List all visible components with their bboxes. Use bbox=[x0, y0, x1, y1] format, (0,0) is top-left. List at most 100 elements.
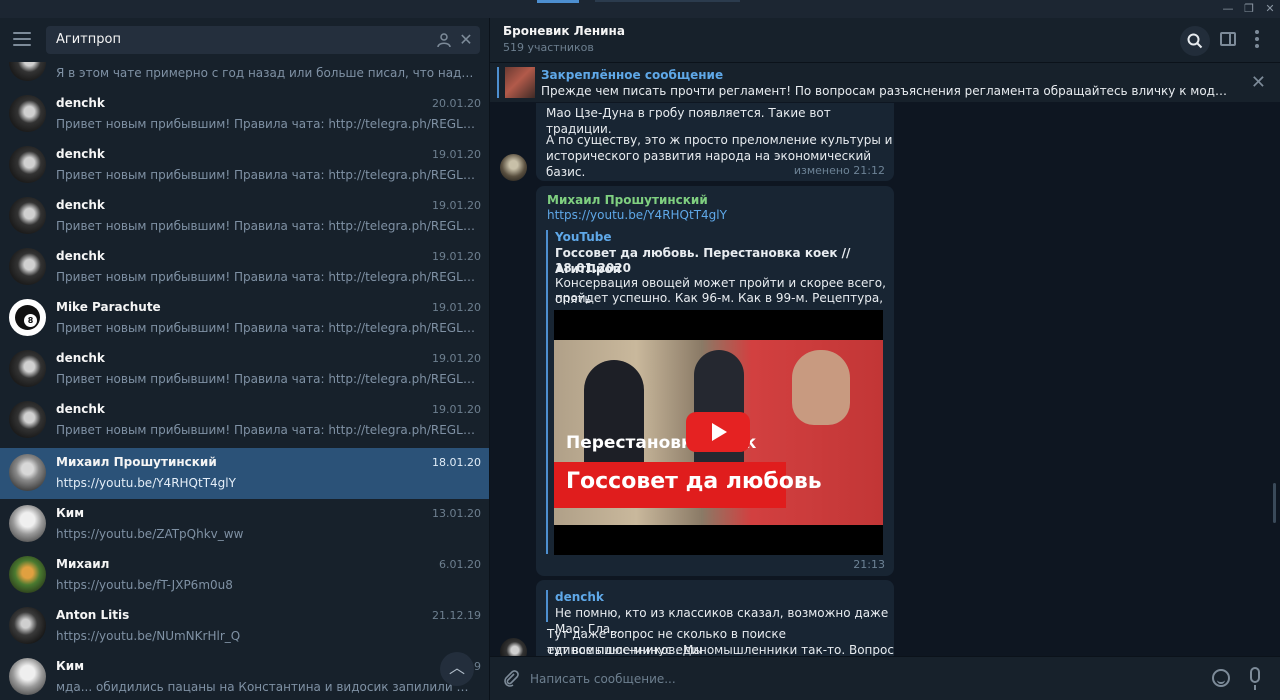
message-bubble: denchk Не помню, кто из классиков сказал… bbox=[536, 580, 894, 656]
pinned-title: Закреплённое сообщение bbox=[541, 68, 724, 82]
chat-date: 21.12.19 bbox=[432, 609, 481, 622]
message-link[interactable]: https://youtu.be/Y4RHQtT4glY bbox=[547, 208, 727, 222]
message-edited-time: изменено 21:12 bbox=[793, 164, 885, 177]
chat-date: 19.01.20 bbox=[432, 250, 481, 263]
scrollbar-thumb[interactable] bbox=[1273, 483, 1276, 523]
emoji-icon[interactable] bbox=[1212, 669, 1230, 687]
chat-list-item[interactable]: Anton Litis 21.12.19 https://youtu.be/NU… bbox=[0, 601, 489, 652]
chat-list-panel: Агитпроп ✕ Я в этом чате примерно с год … bbox=[0, 18, 489, 700]
chat-member-count: 519 участников bbox=[503, 41, 594, 54]
close-window-button[interactable]: ✕ bbox=[1262, 1, 1278, 17]
paperclip-icon[interactable] bbox=[502, 669, 520, 687]
message-composer bbox=[490, 656, 1280, 700]
avatar bbox=[9, 556, 46, 593]
chat-last-message: https://youtu.be/fT-JXP6m0u8 bbox=[56, 578, 233, 592]
chat-name: denchk bbox=[56, 402, 105, 416]
chat-name: Ким bbox=[56, 659, 85, 673]
microphone-icon[interactable] bbox=[1250, 667, 1260, 690]
search-button[interactable] bbox=[1180, 26, 1210, 56]
pinned-thumbnail bbox=[505, 67, 535, 98]
chat-last-message: Привет новым прибывшим! Правила чата: ht… bbox=[56, 270, 476, 284]
chat-list-item[interactable]: Я в этом чате примерно с год назад или б… bbox=[0, 62, 489, 89]
avatar bbox=[9, 197, 46, 234]
link-preview-bar bbox=[546, 230, 548, 554]
pinned-text: Прежде чем писать прочти регламент! По в… bbox=[541, 84, 1229, 98]
chat-last-message: мда... обидились пацаны на Константина и… bbox=[56, 680, 476, 694]
video-caption: Госсовет да любовь bbox=[566, 469, 822, 494]
chat-list-item[interactable]: 8 Mike Parachute 19.01.20 Привет новым п… bbox=[0, 293, 489, 344]
close-pinned-icon[interactable]: ✕ bbox=[1251, 72, 1266, 93]
message-text: А по существу, это ж просто преломление … bbox=[546, 133, 893, 147]
chat-header: Броневик Ленина 519 участников bbox=[490, 18, 1280, 62]
chat-title[interactable]: Броневик Ленина bbox=[503, 24, 625, 38]
pinned-accent-bar bbox=[497, 67, 499, 98]
avatar bbox=[9, 95, 46, 132]
preview-date: 18.01.2020 bbox=[555, 261, 631, 275]
reply-sender[interactable]: denchk bbox=[555, 590, 604, 604]
chat-list-item[interactable]: Ким 9 мда... обидились пацаны на Констан… bbox=[0, 652, 489, 700]
chat-name: denchk bbox=[56, 351, 105, 365]
scroll-up-button[interactable]: ︿ bbox=[440, 652, 474, 686]
hamburger-menu-icon[interactable] bbox=[13, 32, 31, 46]
avatar bbox=[9, 248, 46, 285]
avatar bbox=[9, 607, 46, 644]
avatar bbox=[9, 62, 46, 81]
avatar bbox=[9, 146, 46, 183]
chat-list-item[interactable]: denchk 19.01.20 Привет новым прибывшим! … bbox=[0, 395, 489, 446]
chat-list-item[interactable]: denchk 19.01.20 Привет новым прибывшим! … bbox=[0, 191, 489, 242]
reply-bar bbox=[546, 590, 548, 622]
chat-last-message: Привет новым прибывшим! Правила чата: ht… bbox=[56, 219, 476, 233]
sender-avatar[interactable] bbox=[500, 638, 527, 656]
message-input[interactable] bbox=[530, 667, 1170, 691]
title-accent bbox=[537, 0, 579, 3]
chat-list-item[interactable]: Ким 13.01.20 https://youtu.be/ZATpQhkv_w… bbox=[0, 499, 489, 550]
chat-date: 20.01.20 bbox=[432, 97, 481, 110]
chat-last-message: https://youtu.be/Y4RHQtT4glY bbox=[56, 476, 236, 490]
chat-last-message: Привет новым прибывшим! Правила чата: ht… bbox=[56, 423, 476, 437]
chat-date: 19.01.20 bbox=[432, 301, 481, 314]
message-sender[interactable]: Михаил Прошутинский bbox=[547, 193, 708, 207]
left-header: Агитпроп ✕ bbox=[0, 18, 489, 62]
chat-last-message: Я в этом чате примерно с год назад или б… bbox=[56, 66, 476, 80]
chat-name: Ким bbox=[56, 506, 85, 520]
more-options-icon[interactable] bbox=[1255, 30, 1259, 50]
video-preview[interactable]: Перестановка коек Госсовет да любовь bbox=[554, 310, 883, 555]
search-icon bbox=[1187, 33, 1203, 49]
search-input[interactable]: Агитпроп bbox=[56, 32, 121, 47]
chat-date: 19.01.20 bbox=[432, 352, 481, 365]
message-bubble: Мао Цзе-Дуна в гробу появляется. Такие в… bbox=[536, 103, 894, 181]
video-figure bbox=[792, 350, 850, 425]
avatar bbox=[9, 505, 46, 542]
sender-avatar[interactable] bbox=[500, 154, 527, 181]
chat-date: 6.01.20 bbox=[439, 558, 481, 571]
preview-site-name: YouTube bbox=[555, 230, 612, 244]
chat-name: Mike Parachute bbox=[56, 300, 161, 314]
message-text: тут все плюс-минус единомышленники так-т… bbox=[547, 643, 894, 656]
sidebar-toggle-icon[interactable] bbox=[1220, 32, 1236, 46]
video-figure bbox=[584, 360, 644, 470]
chat-last-message: Привет новым прибывшим! Правила чата: ht… bbox=[56, 372, 476, 386]
avatar: 8 bbox=[9, 299, 46, 336]
minimize-button[interactable]: — bbox=[1220, 1, 1236, 17]
chat-list-item-active[interactable]: Михаил Прошутинский 18.01.20 https://you… bbox=[0, 448, 489, 499]
user-filter-icon[interactable] bbox=[436, 32, 452, 48]
chat-list-item[interactable]: denchk 19.01.20 Привет новым прибывшим! … bbox=[0, 242, 489, 293]
chat-date: 19.01.20 bbox=[432, 403, 481, 416]
chat-date: 19.01.20 bbox=[432, 148, 481, 161]
play-icon[interactable] bbox=[686, 412, 750, 452]
pinned-message-bar[interactable]: Закреплённое сообщение Прежде чем писать… bbox=[490, 62, 1280, 102]
chat-list-item[interactable]: denchk 19.01.20 Привет новым прибывшим! … bbox=[0, 344, 489, 395]
chat-list-item[interactable]: denchk 20.01.20 Привет новым прибывшим! … bbox=[0, 89, 489, 140]
chat-list-item[interactable]: Михаил 6.01.20 https://youtu.be/fT-JXP6m… bbox=[0, 550, 489, 601]
chat-name: denchk bbox=[56, 96, 105, 110]
clear-search-icon[interactable]: ✕ bbox=[458, 30, 474, 49]
chat-date: 13.01.20 bbox=[432, 507, 481, 520]
chat-name: denchk bbox=[56, 198, 105, 212]
chat-list-item[interactable]: denchk 19.01.20 Привет новым прибывшим! … bbox=[0, 140, 489, 191]
chat-last-message: Привет новым прибывшим! Правила чата: ht… bbox=[56, 321, 476, 335]
chat-date: 9 bbox=[474, 660, 481, 673]
restore-button[interactable]: ❐ bbox=[1241, 1, 1257, 17]
search-box[interactable]: Агитпроп ✕ bbox=[46, 26, 480, 54]
chat-name: Михаил bbox=[56, 557, 110, 571]
chat-name: Михаил Прошутинский bbox=[56, 455, 217, 469]
